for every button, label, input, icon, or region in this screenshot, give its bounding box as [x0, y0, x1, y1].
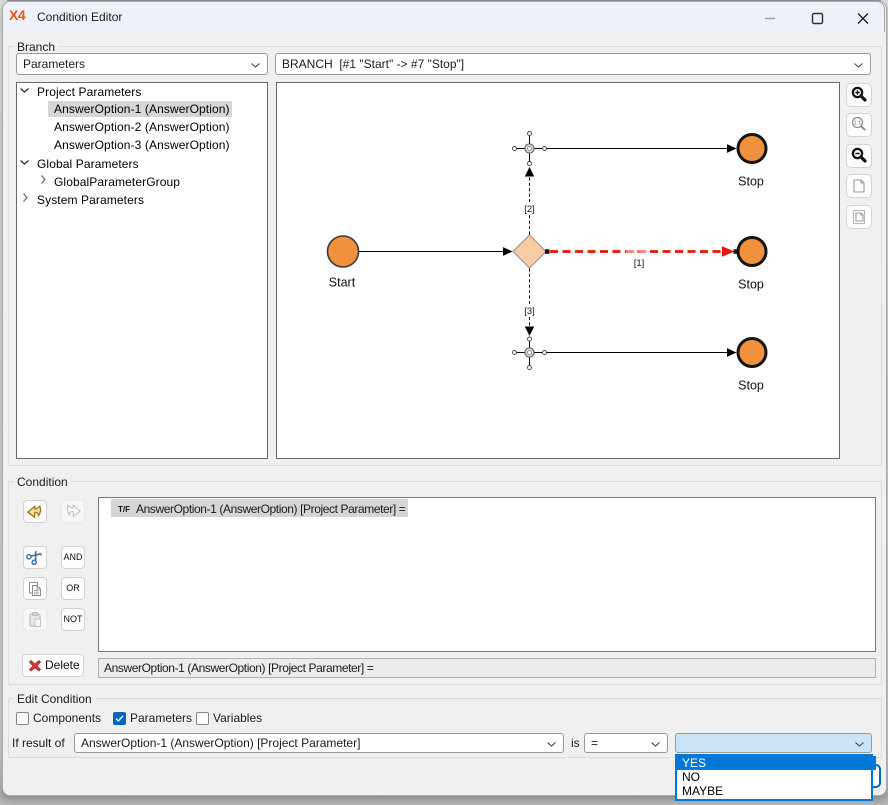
svg-text:Stop: Stop — [738, 175, 764, 189]
svg-text:Start: Start — [329, 276, 356, 290]
svg-text:[2]: [2] — [524, 204, 535, 215]
svg-text:Stop: Stop — [738, 379, 764, 393]
svg-text:Stop: Stop — [738, 278, 764, 292]
svg-text:[1]: [1] — [634, 258, 645, 269]
svg-text:1:1: 1:1 — [854, 121, 862, 127]
svg-text:[3]: [3] — [524, 306, 535, 317]
